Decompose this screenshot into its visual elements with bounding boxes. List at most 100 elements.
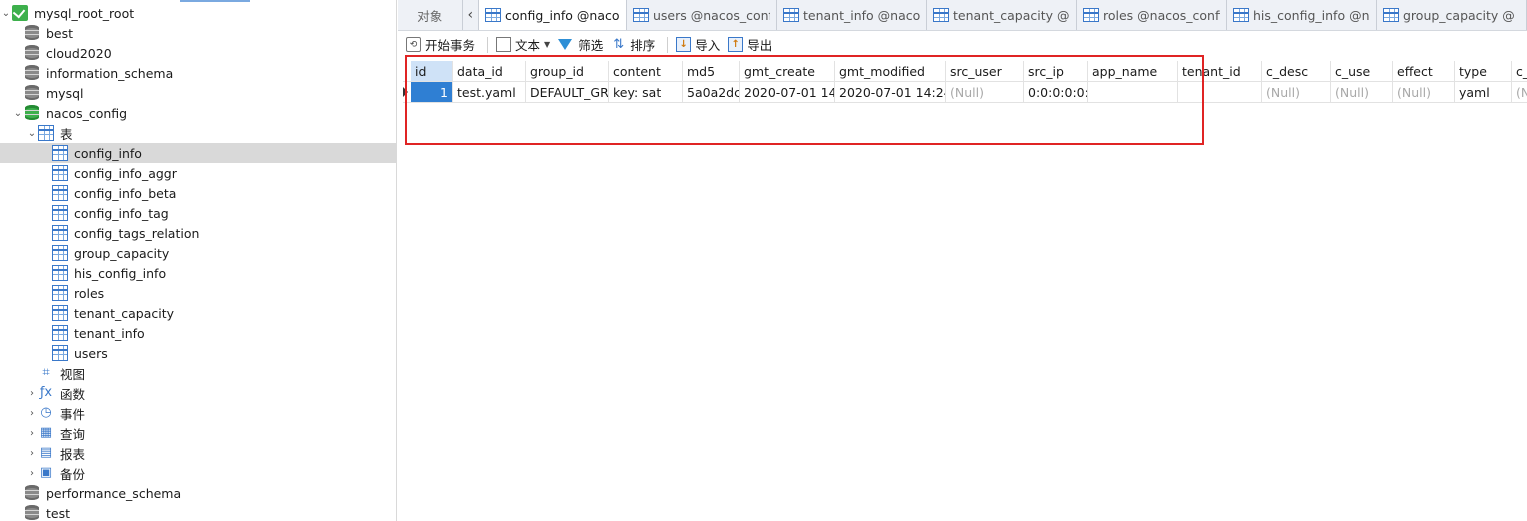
cell-effect[interactable]: (Null) [1393, 82, 1455, 103]
column-header-id[interactable]: id [411, 61, 453, 82]
tab-his-config-info[interactable]: his_config_info @n... [1227, 0, 1377, 30]
tab-label: group_capacity @ [1403, 7, 1515, 23]
table-icon [52, 345, 68, 361]
sidebar-item-nacos-config[interactable]: ⌄ nacos_config [0, 103, 396, 123]
sidebar-item-config-info[interactable]: config_info [0, 143, 396, 163]
column-header-type[interactable]: type [1455, 61, 1512, 82]
tab-config-info[interactable]: config_info @nacos... [479, 0, 627, 30]
sidebar-item-[interactable]: ⌗ 视图 [0, 363, 396, 383]
table-icon [52, 265, 68, 281]
cell-gmt-modified[interactable]: 2020-07-01 14:24:36 [835, 82, 946, 103]
table-icon [52, 245, 68, 261]
sidebar-item-label: config_info_beta [74, 185, 177, 201]
cell-src-user[interactable]: (Null) [946, 82, 1024, 103]
tab-label: roles @nacos_confi... [1103, 7, 1220, 23]
chevron-right-icon[interactable]: › [26, 383, 38, 403]
sidebar-item-group-capacity[interactable]: group_capacity [0, 243, 396, 263]
cell-gmt-create[interactable]: 2020-07-01 14:24:36 [740, 82, 835, 103]
sidebar-item-label: 函数 [60, 386, 86, 402]
export-button[interactable]: ↑ 导出 [726, 34, 778, 56]
tab-objects[interactable]: 对象 [398, 0, 463, 30]
sidebar-item-mysql[interactable]: mysql [0, 83, 396, 103]
sidebar-item-users[interactable]: users [0, 343, 396, 363]
cell-tenant-id[interactable] [1178, 82, 1262, 103]
sidebar-item-config-info-aggr[interactable]: config_info_aggr [0, 163, 396, 183]
column-header-tenant-id[interactable]: tenant_id [1178, 61, 1262, 82]
sidebar-item-[interactable]: › ƒx 函数 [0, 383, 396, 403]
cell-id[interactable]: 1 [411, 82, 453, 103]
sidebar-item-label: cloud2020 [46, 45, 112, 61]
tab-tenant-capacity[interactable]: tenant_capacity @n... [927, 0, 1077, 30]
sidebar-item-tenant-info[interactable]: tenant_info [0, 323, 396, 343]
column-header-content[interactable]: content [609, 61, 683, 82]
import-label: 导入 [695, 38, 721, 53]
sidebar-item-roles[interactable]: roles [0, 283, 396, 303]
transaction-icon: ⟲ [406, 37, 421, 52]
column-header-md5[interactable]: md5 [683, 61, 740, 82]
sidebar-item-label: tenant_info [74, 325, 145, 341]
cell-c-use[interactable]: (Null) [1331, 82, 1393, 103]
sidebar-item-label: mysql_root_root [34, 5, 135, 21]
sidebar-item-tenant-capacity[interactable]: tenant_capacity [0, 303, 396, 323]
begin-transaction-button[interactable]: ⟲ 开始事务 [404, 34, 481, 56]
column-header-src-ip[interactable]: src_ip [1024, 61, 1088, 82]
table-row[interactable]: 1test.yamlDEFAULT_GROUPkey: sat5a0a2dc12… [403, 82, 1527, 103]
cell-app-name[interactable] [1088, 82, 1178, 103]
cell-data-id[interactable]: test.yaml [453, 82, 526, 103]
sidebar-item-config-tags-relation[interactable]: config_tags_relation [0, 223, 396, 243]
sidebar-item-[interactable]: ⌄ 表 [0, 123, 396, 143]
sidebar-item-cloud2020[interactable]: cloud2020 [0, 43, 396, 63]
column-header-effect[interactable]: effect [1393, 61, 1455, 82]
scroll-indicator [180, 0, 250, 2]
column-header-data-id[interactable]: data_id [453, 61, 526, 82]
sidebar-item-label: nacos_config [46, 105, 128, 121]
sidebar-item-performance-schema[interactable]: performance_schema [0, 483, 396, 503]
tab-users[interactable]: users @nacos_conf... [627, 0, 777, 30]
chevron-right-icon[interactable]: › [26, 403, 38, 423]
tab-tenant-info[interactable]: tenant_info @nacos... [777, 0, 927, 30]
sidebar-item-[interactable]: › ◷ 事件 [0, 403, 396, 423]
column-header-gmt-create[interactable]: gmt_create [740, 61, 835, 82]
sidebar-item-[interactable]: › ▦ 查询 [0, 423, 396, 443]
cell-content[interactable]: key: sat [609, 82, 683, 103]
cell-c-desc[interactable]: (Null) [1262, 82, 1331, 103]
chevron-right-icon[interactable]: › [26, 443, 38, 463]
chevron-down-icon[interactable]: ⌄ [12, 103, 24, 123]
sidebar-item-best[interactable]: best [0, 23, 396, 43]
column-header-src-user[interactable]: src_user [946, 61, 1024, 82]
cell-src-ip[interactable]: 0:0:0:0:0:0:0:1 [1024, 82, 1088, 103]
import-button[interactable]: ↓ 导入 [674, 34, 726, 56]
sidebar-item-[interactable]: › ▣ 备份 [0, 463, 396, 483]
sidebar-item-information-schema[interactable]: information_schema [0, 63, 396, 83]
sidebar-item-test[interactable]: test [0, 503, 396, 521]
column-header-c-use[interactable]: c_use [1331, 61, 1393, 82]
tab-group-capacity[interactable]: group_capacity @ [1377, 0, 1527, 30]
tab-roles[interactable]: roles @nacos_confi... [1077, 0, 1227, 30]
chevron-down-icon[interactable]: ⌄ [26, 123, 38, 143]
sidebar-item-his-config-info[interactable]: his_config_info [0, 263, 396, 283]
row-marker[interactable] [403, 82, 411, 103]
sidebar-item-label: config_tags_relation [74, 225, 200, 241]
column-header-app-name[interactable]: app_name [1088, 61, 1178, 82]
column-header-c-desc[interactable]: c_desc [1262, 61, 1331, 82]
tab-scroll-left-icon[interactable]: ‹ [462, 0, 479, 30]
column-header-gmt-modified[interactable]: gmt_modified [835, 61, 946, 82]
filter-button[interactable]: 筛选 [556, 34, 609, 56]
function-icon: ƒx [39, 385, 53, 400]
text-button[interactable]: 文本 ▼ [494, 34, 556, 56]
sidebar-item-config-info-tag[interactable]: config_info_tag [0, 203, 396, 223]
cell-type[interactable]: yaml [1455, 82, 1512, 103]
chevron-right-icon[interactable]: › [26, 463, 38, 483]
sidebar-item-mysql-root-root[interactable]: ⌄ mysql_root_root [0, 3, 396, 23]
cell-md5[interactable]: 5a0a2dc1 [683, 82, 740, 103]
cell-c-[interactable]: (N [1512, 82, 1527, 103]
column-header-group-id[interactable]: group_id [526, 61, 609, 82]
cell-group-id[interactable]: DEFAULT_GROUP [526, 82, 609, 103]
sidebar-item-config-info-beta[interactable]: config_info_beta [0, 183, 396, 203]
database-icon [24, 65, 40, 81]
column-header-c-[interactable]: c_ [1512, 61, 1527, 82]
sidebar-item-[interactable]: › ▤ 报表 [0, 443, 396, 463]
chevron-down-icon[interactable]: ⌄ [0, 3, 12, 23]
chevron-right-icon[interactable]: › [26, 423, 38, 443]
sort-button[interactable]: ⇅ 排序 [609, 34, 661, 56]
